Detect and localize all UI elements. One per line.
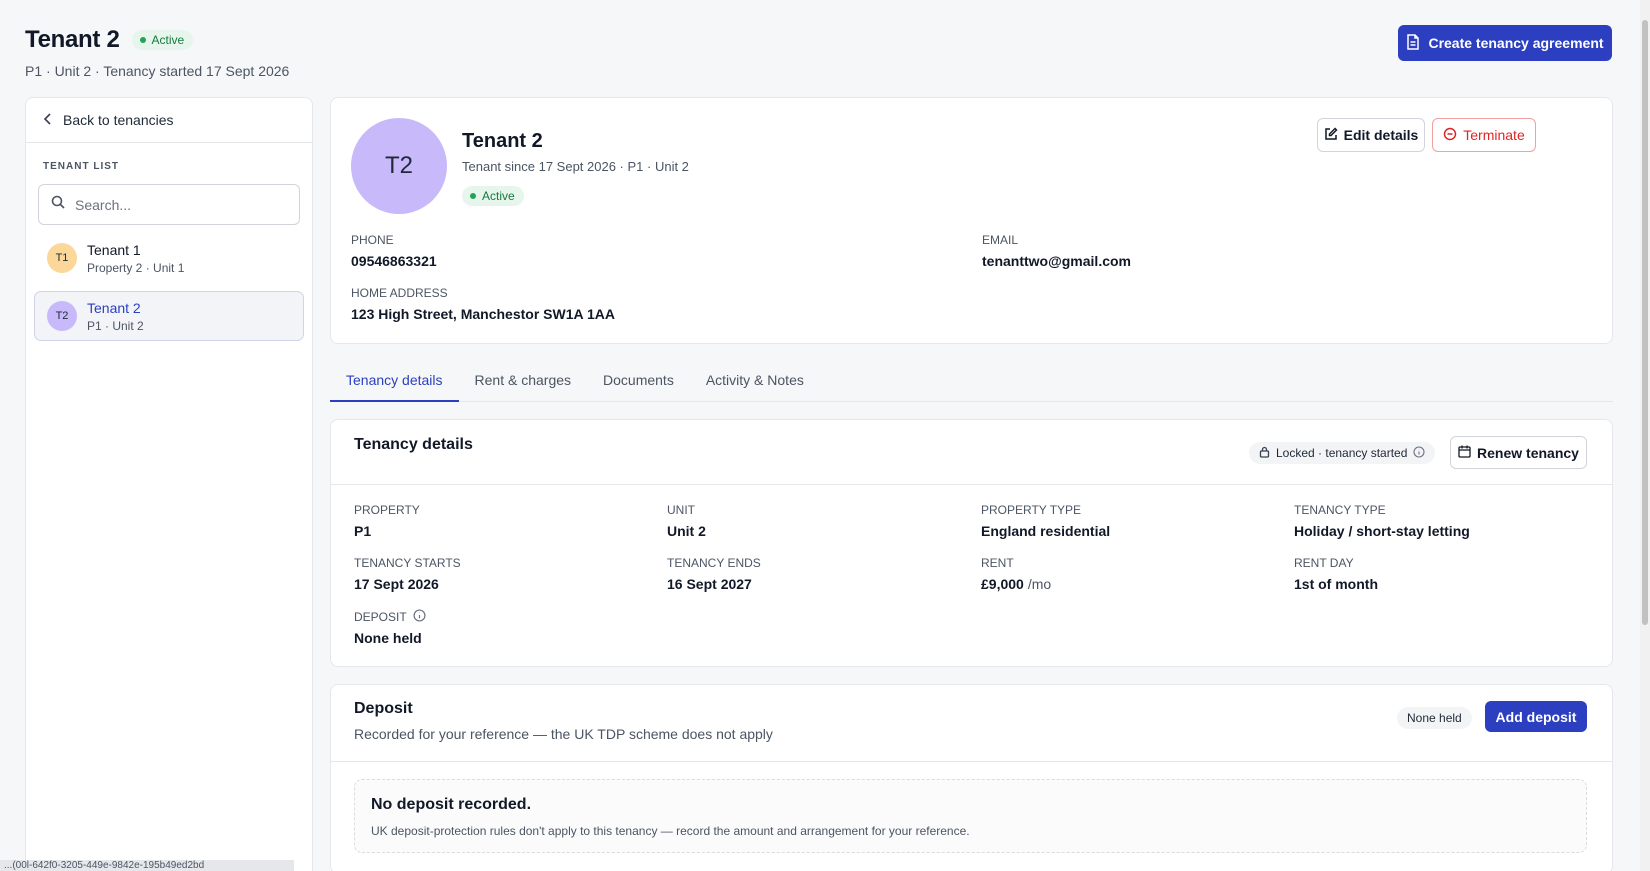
phone-label: PHONE	[351, 233, 394, 247]
tenant-name: Tenant 1	[87, 241, 141, 258]
tenant-sidebar: Back to tenancies TENANT LIST T1 Tenant …	[25, 97, 313, 871]
tenant-list-heading: TENANT LIST	[43, 161, 119, 172]
tab-documents[interactable]: Documents	[587, 358, 690, 402]
rent-value: £9,000/mo	[981, 576, 1051, 592]
empty-deposit-box: No deposit recorded. UK deposit-protecti…	[354, 779, 1587, 853]
email-value: tenanttwo@gmail.com	[982, 253, 1131, 269]
rent-label: RENT	[981, 556, 1014, 570]
title-row: Tenant 2 Active	[25, 26, 194, 54]
search-icon	[51, 195, 65, 214]
add-deposit-button[interactable]: Add deposit	[1485, 701, 1587, 732]
status-dot-icon	[139, 37, 146, 43]
tenancy-details-title: Tenancy details	[354, 436, 473, 453]
profile-name: Tenant 2	[462, 130, 543, 152]
property-label: PROPERTY	[354, 503, 420, 517]
tenant-info: Tenant 2 P1 · Unit 2	[87, 300, 144, 333]
status-badge: Active	[131, 30, 194, 50]
property-value: P1	[354, 523, 372, 539]
deposit-subtitle: Recorded for your reference — the UK TDP…	[354, 726, 773, 742]
info-icon[interactable]	[1413, 445, 1425, 461]
tab-tenancy-details[interactable]: Tenancy details	[330, 358, 459, 402]
empty-deposit-title: No deposit recorded.	[371, 796, 532, 813]
tenancy-ends-value: 16 Sept 2027	[667, 576, 752, 592]
tenancy-starts-label: TENANCY STARTS	[354, 556, 461, 570]
empty-deposit-text: UK deposit-protection rules don't apply …	[371, 824, 970, 838]
tab-rent-charges[interactable]: Rent & charges	[459, 358, 588, 402]
phone-value: 09546863321	[351, 253, 437, 269]
edit-details-button[interactable]: Edit details	[1317, 118, 1425, 152]
unit-label: UNIT	[667, 503, 695, 517]
tenant-tabs: Tenancy details Rent & charges Documents…	[330, 358, 1613, 402]
terminate-label: Terminate	[1463, 127, 1525, 143]
page-header: Tenant 2 Active P1 · Unit 2 · Tenancy st…	[0, 0, 1640, 98]
deposit-title: Deposit	[354, 700, 413, 717]
tenancy-type-label: TENANCY TYPE	[1294, 503, 1386, 517]
back-to-tenancies-label: Back to tenancies	[63, 112, 174, 128]
tenant-name: Tenant 2	[87, 299, 141, 316]
page-title: Tenant 2	[25, 26, 120, 53]
status-bar-url: ...(00l-642f0-3205-449e-9842e-195b49ed2b…	[0, 860, 294, 871]
status-dot-icon	[470, 193, 476, 199]
rent-unit: /mo	[1027, 576, 1052, 592]
email-label: EMAIL	[982, 233, 1019, 247]
home-address-value: 123 High Street, Manchestor SW1A 1AA	[351, 306, 615, 322]
rent-day-label: RENT DAY	[1294, 556, 1354, 570]
locked-label: Locked · tenancy started	[1276, 446, 1408, 460]
profile-status-label: Active	[482, 189, 515, 203]
profile-status-badge: Active	[462, 186, 524, 206]
back-to-tenancies-link[interactable]: Back to tenancies	[26, 98, 312, 143]
edit-details-label: Edit details	[1343, 127, 1419, 143]
edit-icon	[1324, 126, 1338, 144]
profile-avatar: T2	[351, 118, 447, 214]
tenant-list-item-selected[interactable]: T2 Tenant 2 P1 · Unit 2	[34, 291, 304, 341]
locked-badge: Locked · tenancy started	[1249, 442, 1436, 464]
rent-day-value: 1st of month	[1294, 576, 1378, 592]
profile-meta: Tenant since 17 Sept 2026 · P1 · Unit 2	[462, 159, 689, 174]
tab-activity-notes[interactable]: Activity & Notes	[690, 358, 820, 402]
deposit-card: Deposit Recorded for your reference — th…	[330, 684, 1613, 871]
tenant-search[interactable]	[38, 184, 300, 225]
minus-circle-icon	[1443, 127, 1457, 144]
divider	[331, 761, 1612, 762]
deposit-label: DEPOSIT	[354, 610, 407, 624]
divider	[331, 484, 1612, 485]
lock-icon	[1259, 446, 1270, 461]
rent-amount: £9,000	[981, 576, 1024, 592]
tenant-meta: Property 2 · Unit 1	[87, 260, 185, 275]
renew-tenancy-button[interactable]: Renew tenancy	[1450, 436, 1587, 469]
tenant-meta: P1 · Unit 2	[87, 318, 144, 333]
page-subtitle: P1 · Unit 2 · Tenancy started 17 Sept 20…	[25, 63, 290, 79]
property-type-value: England residential	[981, 523, 1111, 539]
status-badge-label: Active	[151, 33, 185, 47]
avatar: T1	[47, 243, 77, 273]
tenancy-ends-label: TENANCY ENDS	[667, 556, 761, 570]
tenancy-starts-value: 17 Sept 2026	[354, 576, 439, 592]
create-tenancy-agreement-label: Create tenancy agreement	[1428, 35, 1604, 51]
tenant-list-item[interactable]: T1 Tenant 1 Property 2 · Unit 1	[34, 233, 304, 283]
scrollbar-thumb[interactable]	[1642, 20, 1648, 625]
tenant-profile-card: T2 Tenant 2 Tenant since 17 Sept 2026 · …	[330, 97, 1613, 344]
deposit-status-pill: None held	[1397, 707, 1472, 729]
calendar-icon	[1458, 445, 1471, 461]
tenancy-details-card: Tenancy details Locked · tenancy started…	[330, 419, 1613, 667]
info-icon[interactable]	[413, 609, 426, 625]
home-address-label: HOME ADDRESS	[351, 286, 448, 300]
deposit-value: None held	[354, 630, 422, 646]
deposit-label-row: DEPOSIT	[354, 609, 426, 625]
terminate-button[interactable]: Terminate	[1432, 118, 1536, 152]
renew-tenancy-label: Renew tenancy	[1477, 444, 1579, 461]
create-tenancy-agreement-button[interactable]: Create tenancy agreement	[1398, 25, 1612, 61]
search-input[interactable]	[75, 196, 275, 213]
chevron-left-icon	[43, 112, 53, 128]
unit-value: Unit 2	[667, 523, 706, 539]
property-type-label: PROPERTY TYPE	[981, 503, 1082, 517]
tenant-info: Tenant 1 Property 2 · Unit 1	[87, 242, 184, 275]
avatar: T2	[47, 301, 77, 331]
tenancy-type-value: Holiday / short-stay letting	[1294, 523, 1470, 539]
document-icon	[1406, 33, 1420, 53]
